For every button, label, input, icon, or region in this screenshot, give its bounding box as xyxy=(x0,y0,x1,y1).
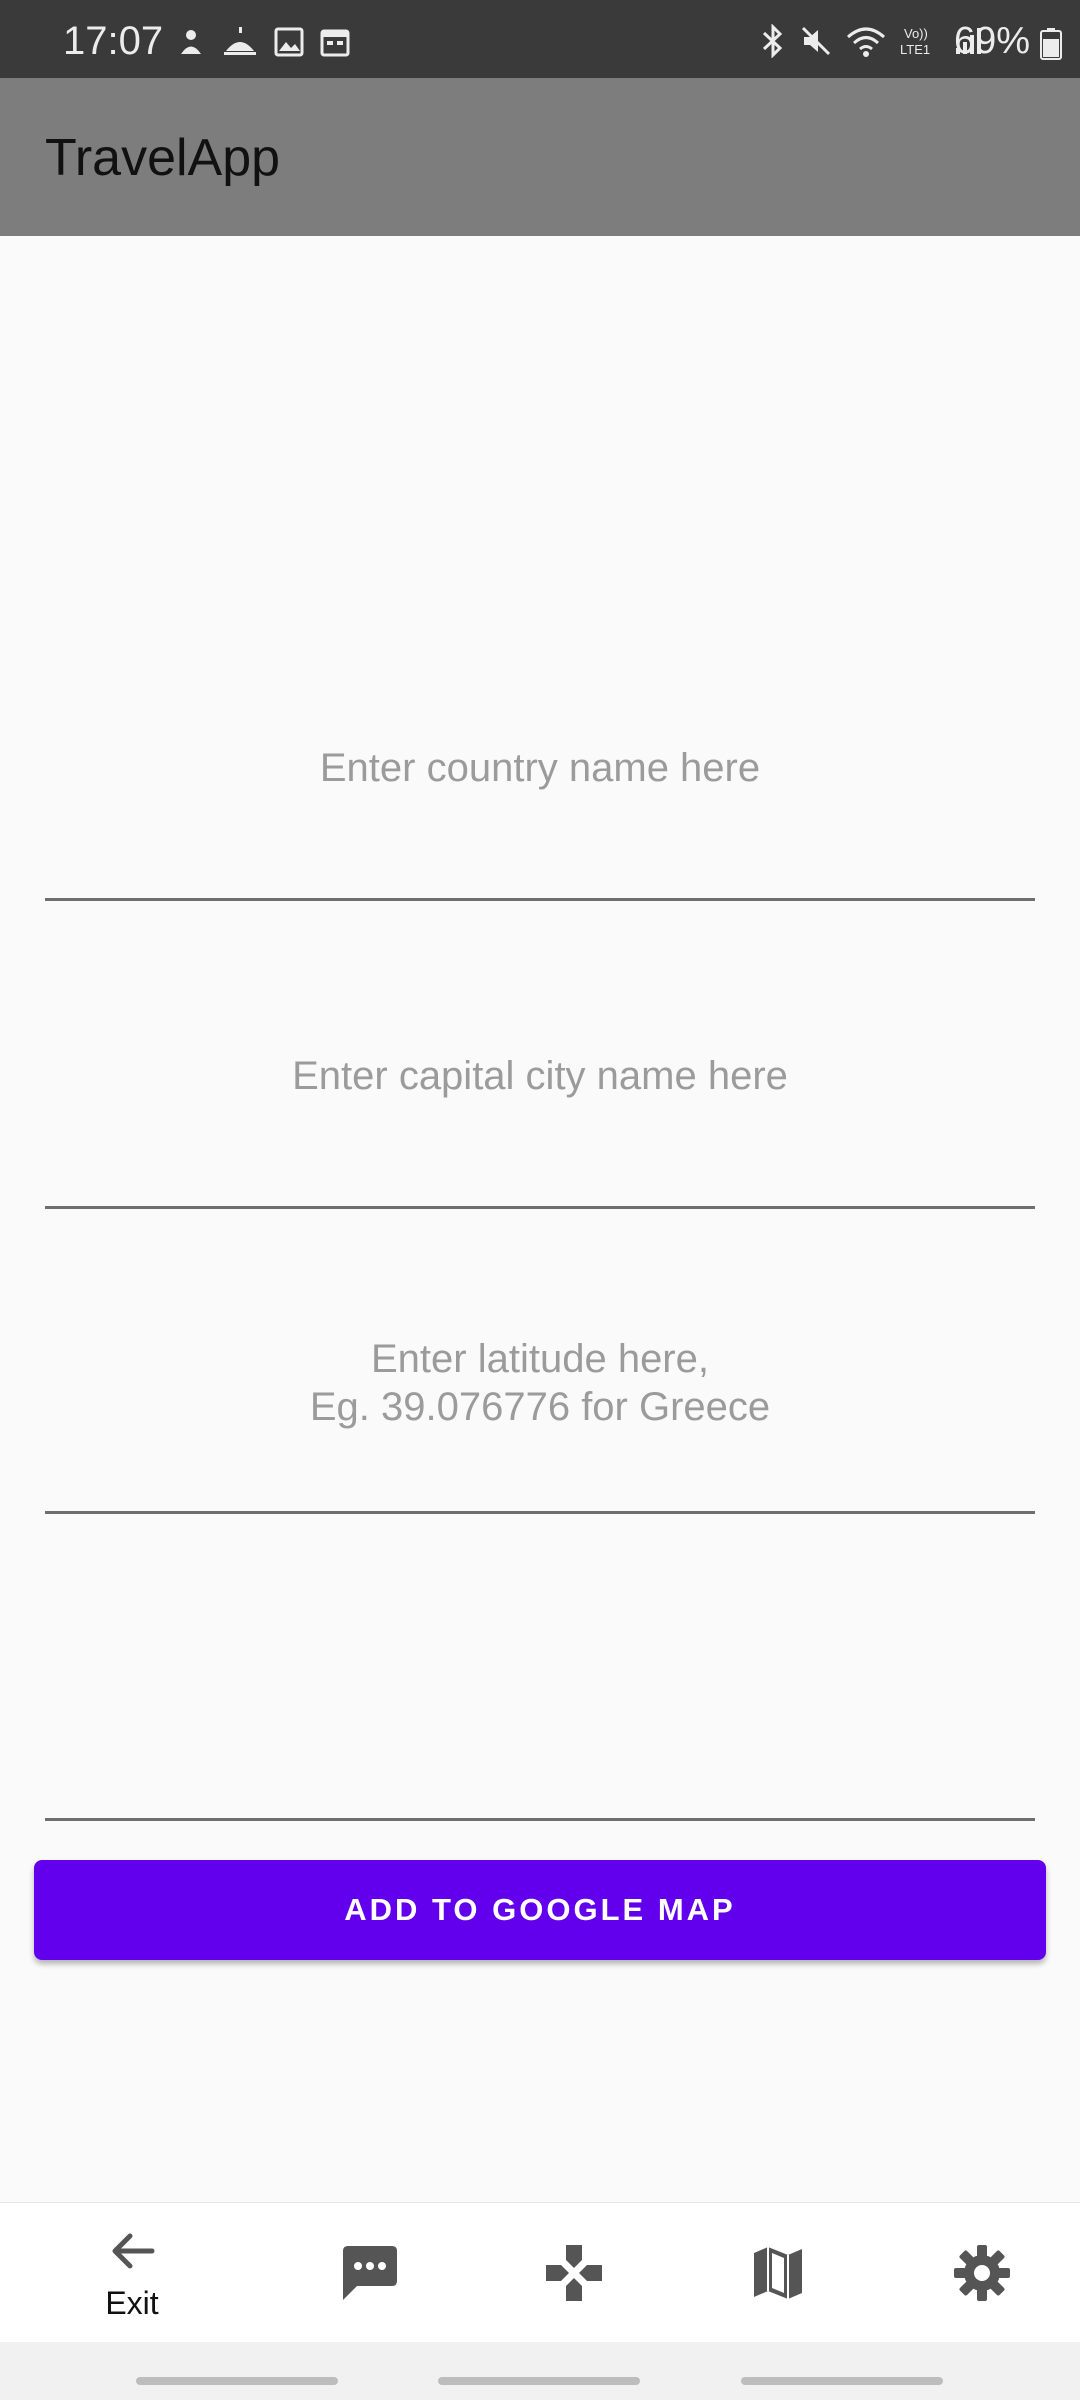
status-time: 17:07 xyxy=(63,19,164,63)
screen: 17:07 Vo)) LTE1 69% TravelApp Enter coun… xyxy=(0,0,1080,2400)
gesture-pill-right[interactable] xyxy=(741,2377,943,2385)
status-right-icons: Vo)) LTE1 xyxy=(760,24,984,58)
capital-city-input[interactable]: Enter capital city name here xyxy=(45,1028,1035,1209)
country-input[interactable]: Enter country name here xyxy=(45,720,1035,901)
svg-text:LTE1: LTE1 xyxy=(900,42,930,57)
gesture-pill-left[interactable] xyxy=(136,2377,338,2385)
nav-item-exit[interactable]: Exit xyxy=(32,2203,232,2343)
battery-icon xyxy=(1040,28,1062,60)
gallery-icon xyxy=(274,27,304,57)
latitude-input[interactable]: Enter latitude here, Eg. 39.076776 for G… xyxy=(45,1305,1035,1514)
gesture-pill-center[interactable] xyxy=(438,2377,640,2385)
status-bar: 17:07 Vo)) LTE1 69% xyxy=(0,0,1080,78)
nav-item-map[interactable] xyxy=(678,2203,878,2343)
app-title: TravelApp xyxy=(45,129,281,187)
battery-percent: 69% xyxy=(953,20,1030,62)
svg-text:Vo)): Vo)) xyxy=(904,26,928,41)
volte-icon: Vo)) LTE1 xyxy=(900,26,930,57)
chat-icon xyxy=(343,2246,397,2300)
longitude-input[interactable] xyxy=(45,1614,1035,1821)
country-placeholder: Enter country name here xyxy=(319,746,761,790)
mute-icon xyxy=(801,26,831,56)
weather-icon xyxy=(224,27,256,55)
settings-icon xyxy=(954,2245,1010,2301)
nav-item-game[interactable] xyxy=(474,2203,674,2343)
capital-placeholder: Enter capital city name here xyxy=(292,1054,788,1098)
latitude-placeholder: Enter latitude here, Eg. 39.076776 for G… xyxy=(309,1337,771,1429)
arrow-back-icon xyxy=(112,2233,155,2268)
calendar-icon xyxy=(320,29,350,57)
nav-item-chat[interactable] xyxy=(270,2203,470,2343)
notification-icon xyxy=(181,30,201,54)
nav-label-exit: Exit xyxy=(105,2284,159,2321)
gamepad-icon xyxy=(546,2245,602,2301)
add-to-google-map-button[interactable]: ADD TO GOOGLE MAP xyxy=(34,1860,1046,1960)
nav-item-settings[interactable] xyxy=(882,2203,1080,2343)
system-gesture-bar xyxy=(0,2342,1080,2400)
wifi-icon xyxy=(847,27,885,57)
status-left-icons xyxy=(176,27,350,57)
bluetooth-icon xyxy=(762,24,783,58)
bottom-navigation: Exit xyxy=(0,2202,1080,2343)
app-bar: TravelApp xyxy=(0,78,1080,236)
map-icon xyxy=(754,2247,802,2299)
